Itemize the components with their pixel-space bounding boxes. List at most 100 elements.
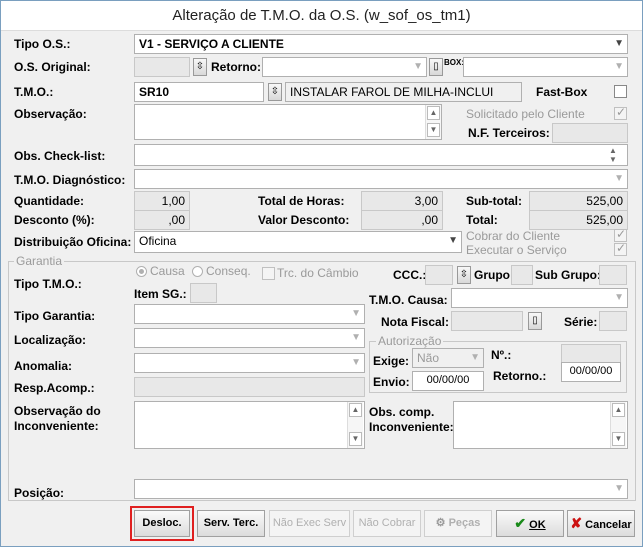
observacao-label: Observação: xyxy=(14,107,87,121)
observacao-scrollbar[interactable]: ▲ ▼ xyxy=(425,105,441,139)
box-select[interactable]: ▼ xyxy=(463,57,628,77)
posicao-select[interactable]: ▼ xyxy=(134,479,628,499)
obs-checklist-label: Obs. Check-list: xyxy=(14,149,106,163)
obs-inconveniente-textarea[interactable] xyxy=(134,401,365,449)
document-icon[interactable]: ▯ xyxy=(429,58,443,76)
quantidade-field[interactable]: 1,00 xyxy=(134,191,190,211)
chevron-down-icon: ▼ xyxy=(614,483,624,494)
chevron-down-icon: ▼ xyxy=(351,332,361,343)
nao-exec-serv-button[interactable]: Não Exec Serv xyxy=(269,510,350,537)
os-original-label: O.S. Original: xyxy=(14,60,91,74)
ok-button[interactable]: ✔ OK xyxy=(496,510,564,537)
cancelar-label: Cancelar xyxy=(585,519,632,531)
serv-terc-button[interactable]: Serv. Terc. xyxy=(197,510,265,537)
envio-label: Envio: xyxy=(373,375,410,389)
anomalia-select[interactable]: ▼ xyxy=(134,353,365,373)
chevron-down-icon: ▼ xyxy=(470,352,480,363)
document-icon[interactable]: ▯ xyxy=(528,312,542,330)
item-sg-label: Item SG.: xyxy=(134,287,187,301)
tipo-garantia-label: Tipo Garantia: xyxy=(14,309,96,323)
nao-cobrar-button[interactable]: Não Cobrar xyxy=(353,510,421,537)
conseq-label: Conseq. xyxy=(206,264,251,278)
chevron-down-icon: ▼ xyxy=(614,38,624,49)
pecas-button[interactable]: ⚙ Peças xyxy=(424,510,492,537)
executar-servico-checkbox[interactable] xyxy=(614,241,627,256)
lookup-icon[interactable]: ⇳ xyxy=(193,58,207,76)
trc-cambio-checkbox[interactable] xyxy=(262,267,275,280)
numero-label: Nº.: xyxy=(491,348,512,362)
tmo-description: INSTALAR FAROL DE MILHA-INCLUI xyxy=(285,82,522,102)
serie-field[interactable] xyxy=(599,311,627,331)
tipo-os-select[interactable]: V1 - SERVIÇO A CLIENTE ▼ xyxy=(134,34,628,54)
chevron-down-icon: ▼ xyxy=(614,61,624,72)
chevron-down-icon: ▼ xyxy=(351,308,361,319)
obs-comp-scrollbar[interactable]: ▲ ▼ xyxy=(610,402,626,448)
solicitado-cliente-checkbox[interactable] xyxy=(614,105,627,120)
sub-total-label: Sub-total: xyxy=(466,194,522,208)
desconto-label: Desconto (%): xyxy=(14,213,95,227)
tipo-tmo-label: Tipo T.M.O.: xyxy=(14,277,82,291)
lookup-icon[interactable]: ⇳ xyxy=(268,83,282,101)
desloc-button[interactable]: Desloc. xyxy=(134,510,190,537)
retorno-label: Retorno: xyxy=(211,60,261,74)
obs-inconveniente-scrollbar[interactable]: ▲ ▼ xyxy=(347,402,363,448)
nota-fiscal-field[interactable] xyxy=(451,311,523,331)
causa-radio[interactable] xyxy=(136,266,147,277)
scroll-down-icon[interactable]: ▼ xyxy=(612,432,625,446)
item-sg-field[interactable] xyxy=(190,283,217,303)
observacao-textarea[interactable] xyxy=(134,104,442,140)
desconto-field[interactable]: ,00 xyxy=(134,210,190,230)
sub-grupo-label: Sub Grupo: xyxy=(535,268,601,282)
ccc-field[interactable] xyxy=(425,265,453,285)
nota-fiscal-label: Nota Fiscal: xyxy=(381,315,450,329)
spinner-icon[interactable]: ▲ ▼ xyxy=(609,146,617,164)
obs-inconveniente-label-1: Observação do xyxy=(14,404,101,418)
tmo-causa-select[interactable]: ▼ xyxy=(451,288,628,308)
chevron-down-icon: ▼ xyxy=(614,292,624,303)
nf-terceiros-field[interactable] xyxy=(552,123,628,143)
box-label: BOX: xyxy=(444,58,464,67)
cancelar-button[interactable]: ✘ Cancelar xyxy=(567,510,635,537)
numero-field[interactable] xyxy=(561,344,621,364)
window-title: Alteração de T.M.O. da O.S. (w_sof_os_tm… xyxy=(1,1,642,31)
grupo-field[interactable] xyxy=(511,265,533,285)
retorno-autorizacao-label: Retorno.: xyxy=(493,369,547,383)
localizacao-select[interactable]: ▼ xyxy=(134,328,365,348)
scroll-down-icon[interactable]: ▼ xyxy=(349,432,362,446)
retorno-autorizacao-field[interactable]: 00/00/00 xyxy=(561,362,621,382)
serie-label: Série: xyxy=(564,315,598,329)
total-horas-label: Total de Horas: xyxy=(258,194,345,208)
solicitado-cliente-label: Solicitado pelo Cliente xyxy=(466,107,585,121)
ccc-label: CCC.: xyxy=(393,268,427,282)
trc-cambio-label: Trc. do Câmbio xyxy=(277,266,359,280)
obs-checklist-field[interactable] xyxy=(134,144,628,166)
os-original-field[interactable] xyxy=(134,57,190,77)
conseq-radio[interactable] xyxy=(192,266,203,277)
quantidade-label: Quantidade: xyxy=(14,194,85,208)
obs-inconveniente-label-2: Inconveniente: xyxy=(14,419,99,433)
scroll-up-icon[interactable]: ▲ xyxy=(349,403,362,417)
lookup-icon[interactable]: ⇳ xyxy=(457,266,471,284)
scroll-up-icon[interactable]: ▲ xyxy=(427,106,440,120)
sub-total-field: 525,00 xyxy=(529,191,628,211)
fast-box-checkbox[interactable] xyxy=(614,85,627,98)
gear-icon: ⚙ xyxy=(435,517,446,529)
sub-grupo-field[interactable] xyxy=(599,265,627,285)
tmo-code-field[interactable]: SR10 xyxy=(134,82,264,102)
tipo-os-value: V1 - SERVIÇO A CLIENTE xyxy=(139,37,284,51)
retorno-select[interactable]: ▼ xyxy=(262,57,427,77)
exige-select[interactable]: Não ▼ xyxy=(412,348,484,368)
cobrar-cliente-label: Cobrar do Cliente xyxy=(466,229,561,243)
envio-field[interactable]: 00/00/00 xyxy=(412,371,484,391)
scroll-up-icon[interactable]: ▲ xyxy=(612,403,625,417)
tmo-diagnostico-select[interactable]: ▼ xyxy=(134,169,628,189)
obs-comp-textarea[interactable] xyxy=(453,401,628,449)
chevron-down-icon: ▼ xyxy=(351,357,361,368)
scroll-down-icon[interactable]: ▼ xyxy=(427,123,440,137)
resp-acomp-field[interactable] xyxy=(134,377,365,397)
tipo-garantia-select[interactable]: ▼ xyxy=(134,304,365,324)
distribuicao-oficina-select[interactable]: Oficina ▼ xyxy=(134,231,462,253)
tmo-diagnostico-label: T.M.O. Diagnóstico: xyxy=(14,173,126,187)
valor-desconto-field[interactable]: ,00 xyxy=(361,210,443,230)
chevron-down-icon: ▼ xyxy=(413,61,423,72)
